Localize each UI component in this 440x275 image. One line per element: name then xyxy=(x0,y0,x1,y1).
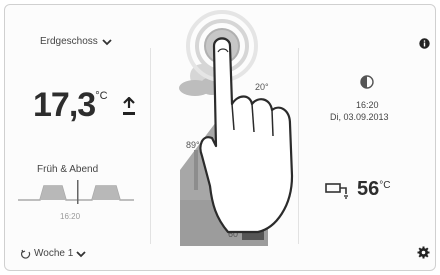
chevron-down-icon xyxy=(76,250,86,257)
room-temperature-value: 17,3 xyxy=(33,86,96,124)
floor-dropdown-label: Erdgeschoss xyxy=(40,36,98,47)
schedule-icon xyxy=(21,249,31,259)
hot-water-temperature-value: 56 xyxy=(357,178,380,200)
night-mode-icon[interactable] xyxy=(360,75,374,89)
schedule-dropdown[interactable]: Woche 1 xyxy=(21,248,86,259)
gear-icon[interactable] xyxy=(417,246,430,259)
chevron-down-icon xyxy=(102,38,112,45)
program-name[interactable]: Früh & Abend xyxy=(37,164,98,175)
program-timeline-chart xyxy=(18,180,134,204)
room-temperature: 17,3°C xyxy=(33,86,108,125)
touch-hand-graphic xyxy=(186,10,294,234)
setpoint-adjust-icon[interactable] xyxy=(121,97,137,117)
floor-dropdown[interactable]: Erdgeschoss xyxy=(40,36,112,47)
clock-time: 16:20 xyxy=(356,100,379,110)
room-temperature-unit: °C xyxy=(95,90,108,102)
clock-date: Di, 03.09.2013 xyxy=(330,112,389,122)
hot-water-temperature-unit: °C xyxy=(379,180,391,191)
program-current-time: 16:20 xyxy=(60,212,81,221)
hot-water-temperature[interactable]: 56°C xyxy=(357,178,390,201)
info-icon[interactable] xyxy=(419,38,430,49)
schedule-label: Woche 1 xyxy=(34,248,74,259)
hot-water-tap-icon xyxy=(325,183,348,199)
